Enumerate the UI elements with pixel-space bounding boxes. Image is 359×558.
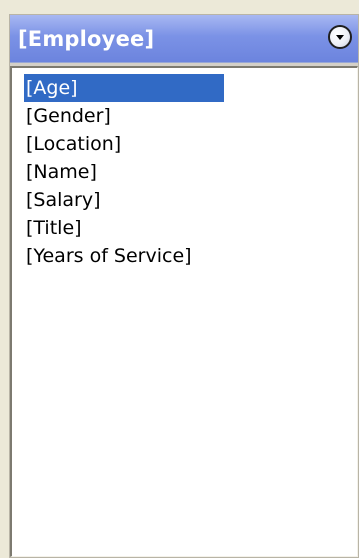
list-item-age[interactable]: [Age]	[24, 74, 224, 102]
dropdown-button[interactable]	[328, 25, 352, 49]
field-list-box[interactable]: [Age] [Gender] [Location] [Name] [Salary…	[10, 66, 358, 557]
panel-title: [Employee]	[18, 27, 155, 51]
list-item-location[interactable]: [Location]	[24, 130, 224, 158]
list-item-name[interactable]: [Name]	[24, 158, 224, 186]
list-item-years-of-service[interactable]: [Years of Service]	[24, 242, 224, 270]
list-item-gender[interactable]: [Gender]	[24, 102, 224, 130]
list-item-title[interactable]: [Title]	[24, 214, 224, 242]
panel-header: [Employee]	[10, 15, 358, 63]
chevron-down-icon	[336, 35, 344, 40]
field-list-panel: [Employee] [Age] [Gender] [Location] [Na…	[9, 14, 359, 558]
field-list: [Age] [Gender] [Location] [Name] [Salary…	[24, 74, 224, 270]
list-item-salary[interactable]: [Salary]	[24, 186, 224, 214]
